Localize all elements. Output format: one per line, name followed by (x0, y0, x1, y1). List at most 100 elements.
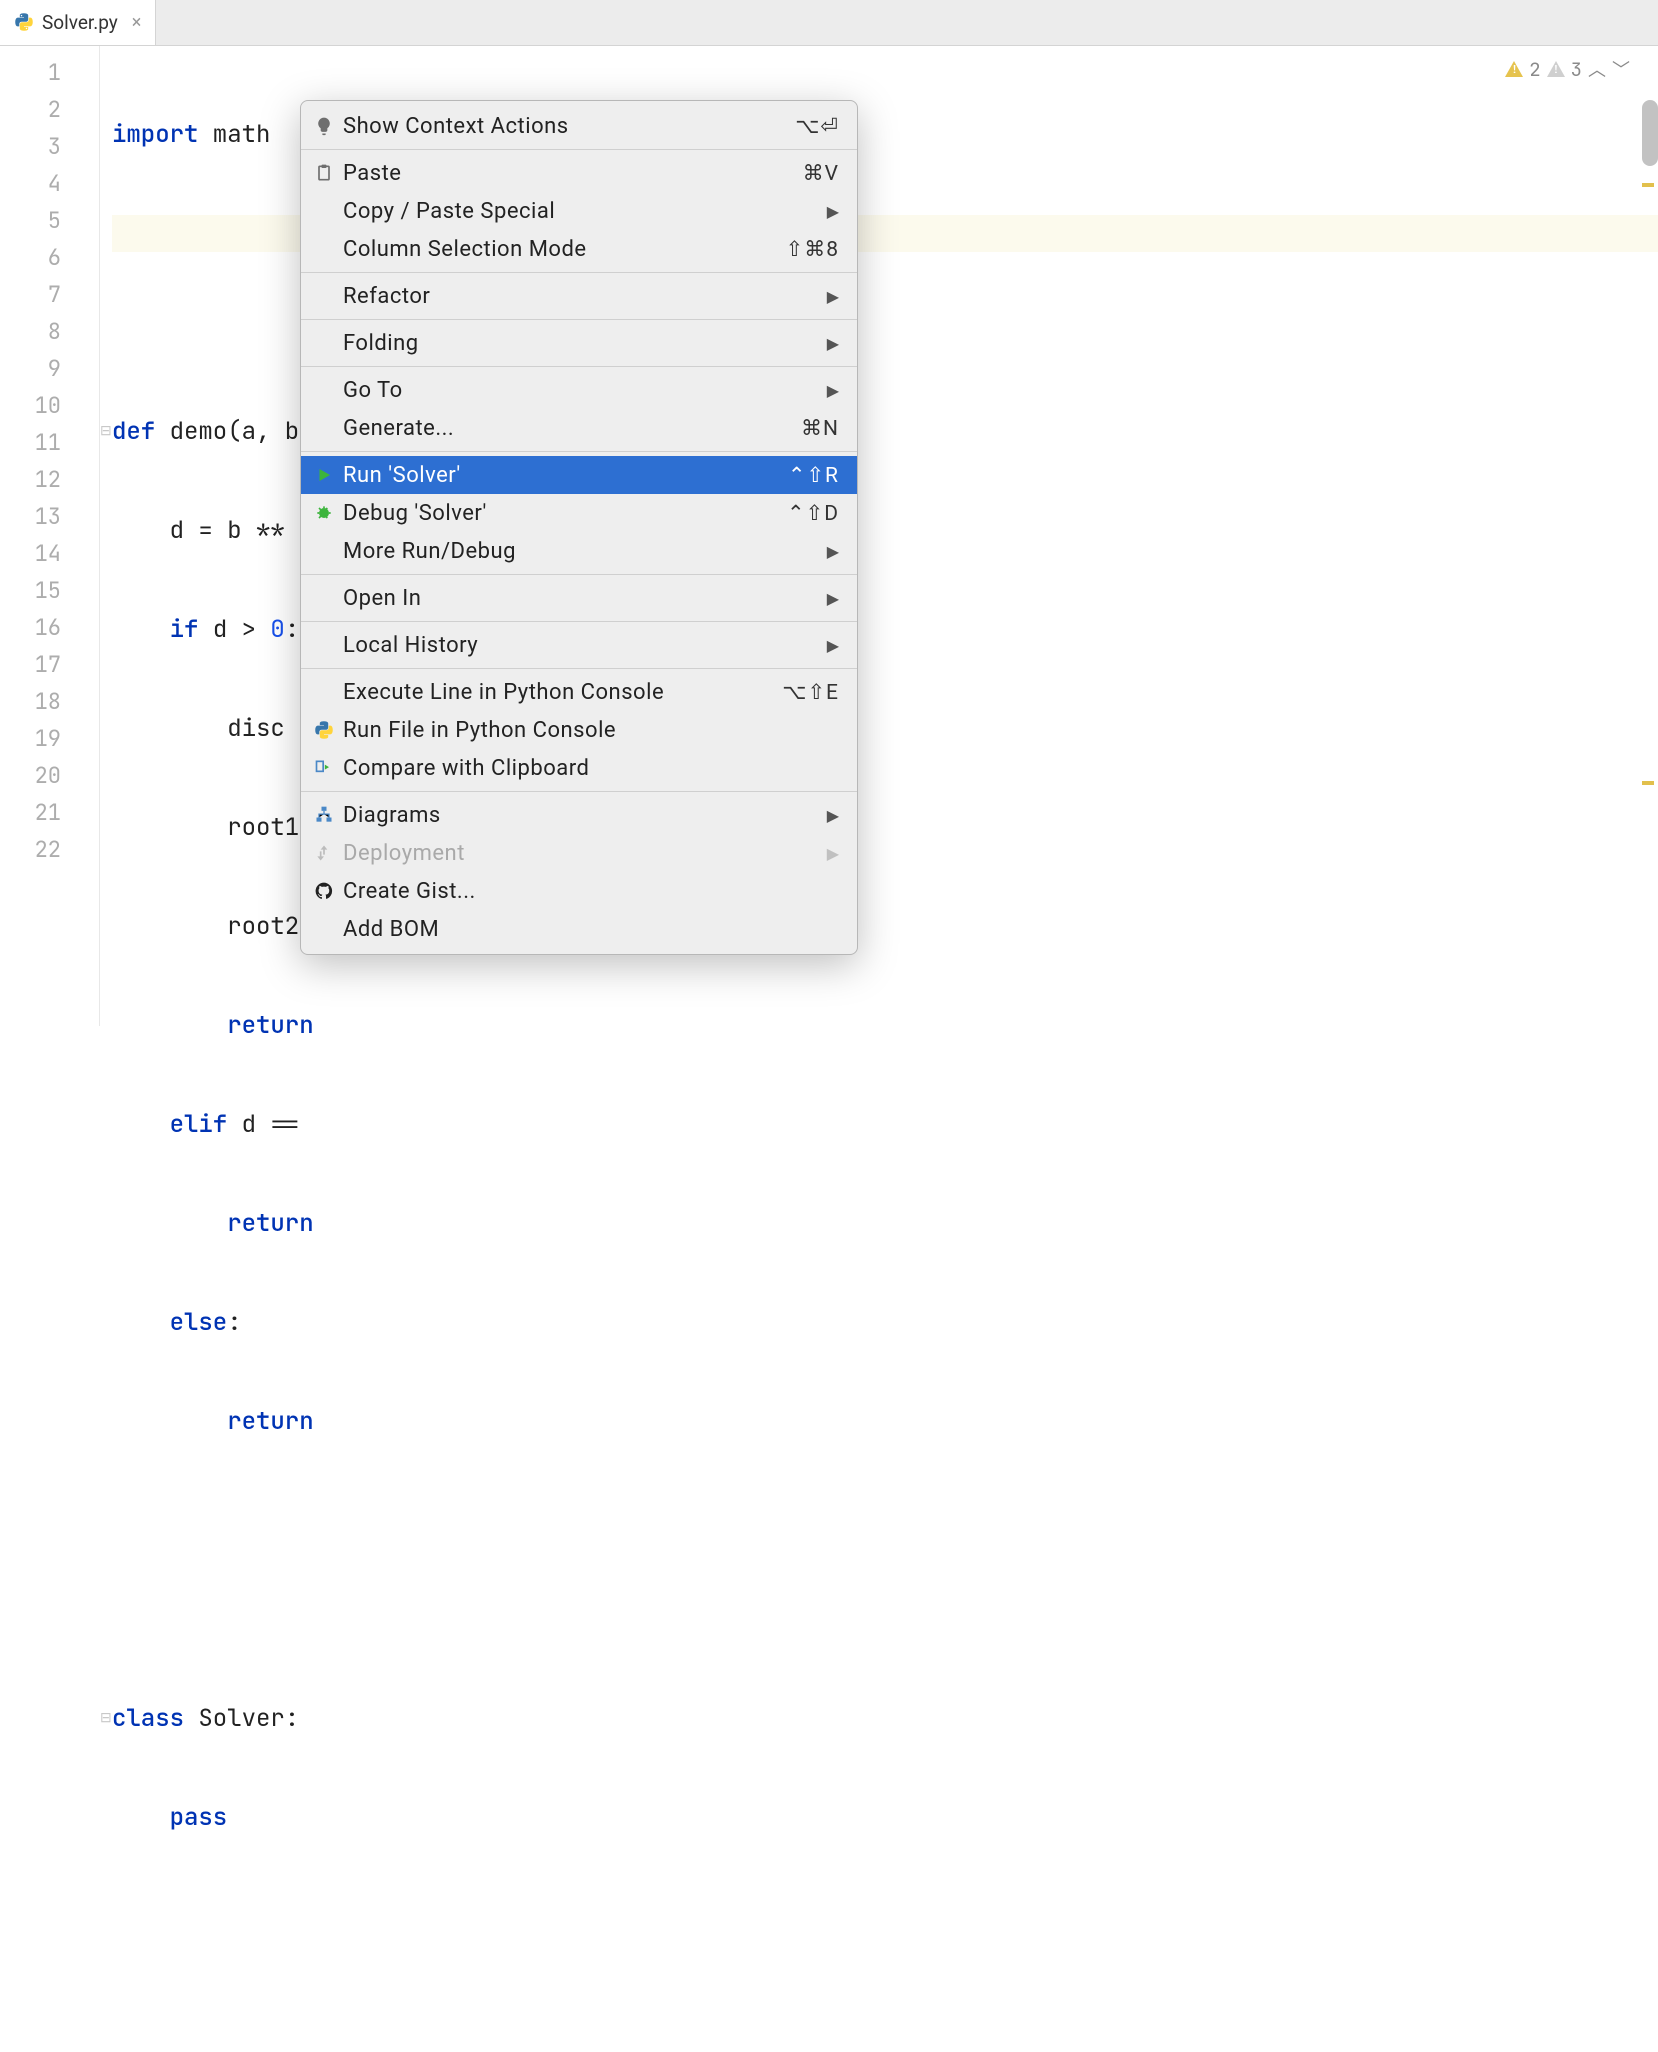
line-number: 1 (0, 54, 61, 91)
fold-icon[interactable]: ⊟ (100, 1700, 112, 1737)
clipboard-icon (311, 163, 337, 183)
menu-item-label: Paste (343, 161, 797, 186)
menu-item[interactable]: Copy / Paste Special ▶ (301, 192, 857, 230)
line-number: 9 (0, 350, 61, 387)
python-file-icon (14, 12, 34, 32)
menu-item-shortcut: ⇧⌘8 (786, 237, 839, 262)
menu-item-label: Local History (343, 633, 821, 658)
menu-item-label: Execute Line in Python Console (343, 680, 776, 705)
line-number: 3 (0, 128, 61, 165)
menu-item-shortcut: ⌘V (803, 161, 839, 186)
close-tab-icon[interactable]: × (132, 12, 142, 33)
menu-item[interactable]: Debug 'Solver'⌃⇧D (301, 494, 857, 532)
submenu-arrow-icon: ▶ (827, 381, 839, 400)
menu-separator (301, 366, 857, 367)
submenu-arrow-icon: ▶ (827, 202, 839, 221)
menu-item-label: Run 'Solver' (343, 463, 782, 488)
menu-item-shortcut: ⌥⇧E (782, 680, 839, 705)
menu-item[interactable]: Diagrams▶ (301, 796, 857, 834)
menu-item[interactable]: Run 'Solver'⌃⇧R (301, 456, 857, 494)
line-number: 18 (0, 683, 61, 720)
submenu-arrow-icon: ▶ (827, 542, 839, 561)
menu-item[interactable]: Add BOM (301, 910, 857, 948)
menu-item[interactable]: Go To ▶ (301, 371, 857, 409)
submenu-arrow-icon: ▶ (827, 334, 839, 353)
scrollbar-thumb[interactable] (1642, 100, 1658, 166)
menu-item-label: More Run/Debug (343, 539, 821, 564)
menu-item[interactable]: Generate...⌘N (301, 409, 857, 447)
submenu-arrow-icon: ▶ (827, 636, 839, 655)
menu-item[interactable]: Refactor▶ (301, 277, 857, 315)
menu-item[interactable]: Paste⌘V (301, 154, 857, 192)
error-stripe-marker[interactable] (1642, 781, 1654, 785)
menu-item-label: Compare with Clipboard (343, 756, 839, 781)
menu-item-label: Copy / Paste Special (343, 199, 821, 224)
menu-item-label: Generate... (343, 416, 795, 441)
code-line (112, 1502, 1658, 1539)
menu-item[interactable]: Show Context Actions⌥⏎ (301, 107, 857, 145)
code-line (112, 1997, 1658, 2034)
next-highlight-icon[interactable]: ﹀ (1612, 56, 1630, 82)
line-number: 15 (0, 572, 61, 609)
code-line: return (112, 1205, 1658, 1242)
code-line: else: (112, 1304, 1658, 1341)
error-stripe-marker[interactable] (1642, 183, 1654, 187)
tab-bar: Solver.py × (0, 0, 1658, 46)
line-number: 17 (0, 646, 61, 683)
line-number: 20 (0, 757, 61, 794)
menu-item-label: Column Selection Mode (343, 237, 780, 262)
menu-item-label: Run File in Python Console (343, 718, 839, 743)
code-line (112, 1898, 1658, 1935)
line-number: 16 (0, 609, 61, 646)
menu-item[interactable]: Compare with Clipboard (301, 749, 857, 787)
menu-item[interactable]: Column Selection Mode⇧⌘8 (301, 230, 857, 268)
menu-item-label: Diagrams (343, 803, 821, 828)
bug-icon (311, 503, 337, 523)
menu-item-label: Go To (343, 378, 821, 403)
menu-item[interactable]: Folding ▶ (301, 324, 857, 362)
menu-item-label: Create Gist... (343, 879, 839, 904)
menu-separator (301, 621, 857, 622)
compare-icon (311, 758, 337, 778)
menu-item[interactable]: Create Gist... (301, 872, 857, 910)
diagram-icon (311, 805, 337, 825)
line-number: 7 (0, 276, 61, 313)
line-number: 11 (0, 424, 61, 461)
menu-item-label: Folding (343, 331, 821, 356)
menu-item-label: Refactor (343, 284, 821, 309)
menu-item-label: Show Context Actions (343, 114, 789, 139)
menu-item[interactable]: Local History ▶ (301, 626, 857, 664)
line-number: 5 (0, 202, 61, 239)
menu-separator (301, 574, 857, 575)
menu-item-label: Open In (343, 586, 821, 611)
file-tab-solver[interactable]: Solver.py × (0, 0, 156, 45)
inspection-widget[interactable]: 2 3 ︿ ﹀ (1505, 56, 1630, 82)
menu-item[interactable]: Run File in Python Console (301, 711, 857, 749)
menu-item[interactable]: Open In▶ (301, 579, 857, 617)
line-number: 19 (0, 720, 61, 757)
menu-item[interactable]: More Run/Debug ▶ (301, 532, 857, 570)
editor-context-menu: Show Context Actions⌥⏎Paste⌘VCopy / Past… (300, 100, 858, 955)
menu-item-label: Debug 'Solver' (343, 501, 781, 526)
menu-separator (301, 272, 857, 273)
line-number: 22 (0, 831, 61, 868)
line-number: 12 (0, 461, 61, 498)
code-line (112, 1601, 1658, 1638)
line-number: 10 (0, 387, 61, 424)
code-line: elif d == (112, 1106, 1658, 1143)
menu-separator (301, 451, 857, 452)
line-number: 21 (0, 794, 61, 831)
menu-item[interactable]: Execute Line in Python Console⌥⇧E (301, 673, 857, 711)
deploy-icon (311, 843, 337, 863)
menu-separator (301, 791, 857, 792)
warning-icon (1505, 61, 1523, 77)
line-number: 2 (0, 91, 61, 128)
run-icon (311, 466, 337, 484)
prev-highlight-icon[interactable]: ︿ (1588, 56, 1606, 82)
code-line: pass (112, 1799, 1658, 1836)
file-tab-label: Solver.py (42, 11, 118, 34)
code-line: ⊟class Solver: (112, 1700, 1658, 1737)
fold-icon[interactable]: ⊟ (100, 413, 112, 450)
menu-separator (301, 149, 857, 150)
line-number: 8 (0, 313, 61, 350)
